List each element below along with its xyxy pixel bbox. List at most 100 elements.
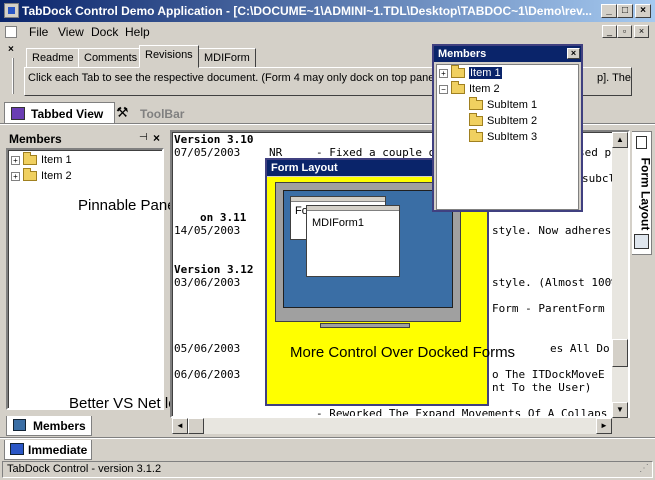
- status-bar: TabDock Control - version 3.1.2 ⋰: [2, 461, 653, 478]
- title-bar: TabDock Control Demo Application - [C:\D…: [0, 0, 655, 22]
- close-button[interactable]: ×: [635, 4, 651, 18]
- tree-item[interactable]: SubItem 3: [469, 129, 537, 143]
- status-text: TabDock Control - version 3.1.2: [7, 463, 162, 475]
- horizontal-scrollbar[interactable]: ◄ ►: [172, 418, 612, 434]
- floating-members-title: Members: [438, 48, 487, 60]
- tree-item[interactable]: + Item 1: [439, 65, 502, 79]
- mdiform-preview[interactable]: MDIForm1: [306, 205, 400, 277]
- folder-icon: [469, 129, 483, 143]
- tab-members-label: Members: [33, 419, 86, 433]
- maximize-button[interactable]: □: [617, 4, 633, 18]
- vertical-scrollbar[interactable]: ▲ ▼: [612, 132, 628, 418]
- date: 03/06/2003: [174, 276, 241, 289]
- tab-form-layout-label: Form Layout: [638, 157, 653, 231]
- version-312: Version 3.12: [174, 263, 254, 276]
- mdi-minimize-button[interactable]: _: [602, 25, 617, 38]
- resize-grip-icon[interactable]: ⋰: [639, 463, 649, 474]
- document-icon: [636, 136, 647, 149]
- folder-icon: [469, 97, 483, 111]
- revision-text-tail: nt To the User): [492, 381, 592, 394]
- mdiform-preview-label: MDIForm1: [312, 217, 364, 229]
- mdi-restore-button[interactable]: ▫: [617, 25, 632, 38]
- collapse-icon[interactable]: −: [439, 84, 448, 94]
- tab-members[interactable]: Members: [6, 416, 92, 436]
- tab-readme[interactable]: Readme: [26, 48, 80, 68]
- folder-icon: [23, 152, 37, 166]
- date: 14/05/2003: [174, 224, 241, 237]
- pinnable-panel-label: Pinnable Panel: [78, 197, 179, 214]
- monitor-stand: [320, 323, 410, 328]
- pin-icon[interactable]: ⊣: [139, 132, 148, 143]
- tab-mdiform[interactable]: MDIForm: [198, 48, 256, 68]
- tab-tabbed-view[interactable]: Tabbed View: [4, 102, 115, 124]
- tree-item[interactable]: SubItem 2: [469, 113, 537, 127]
- tab-tabbed-view-label: Tabbed View: [31, 107, 104, 121]
- book-icon: [11, 107, 25, 120]
- expand-icon[interactable]: +: [439, 68, 448, 78]
- scroll-down-arrow[interactable]: ▼: [612, 402, 628, 418]
- window-title: TabDock Control Demo Application - [C:\D…: [22, 4, 592, 18]
- scroll-left-arrow[interactable]: ◄: [172, 418, 188, 434]
- scroll-thumb[interactable]: [612, 339, 628, 367]
- menu-file[interactable]: File: [29, 25, 48, 39]
- mdi-child-icon[interactable]: [3, 24, 20, 40]
- revision-text: - Reworked The Expand Movements Of A Col…: [316, 407, 608, 418]
- folder-icon: [23, 168, 37, 182]
- revision-text-tail: es All Do: [550, 342, 610, 355]
- scroll-up-arrow[interactable]: ▲: [612, 132, 628, 148]
- expand-icon[interactable]: +: [11, 171, 20, 181]
- menu-bar: File View Dock Help _ ▫ ×: [0, 22, 655, 42]
- tree-item[interactable]: + Item 2: [11, 168, 72, 182]
- bottom-divider: [0, 437, 655, 439]
- more-control-label: More Control Over Docked Forms: [290, 344, 516, 361]
- menu-dock[interactable]: Dock: [91, 25, 118, 39]
- floating-members-close-button[interactable]: ×: [567, 48, 580, 59]
- revision-text-tail: style. (Almost 100%: [492, 276, 618, 289]
- hammer-icon: ⚒: [116, 104, 129, 120]
- minimize-button[interactable]: _: [601, 4, 617, 18]
- tab-comments[interactable]: Comments: [78, 48, 144, 68]
- floating-members-window[interactable]: Members × + Item 1 − Item 2 SubItem 1 SubI…: [432, 44, 583, 212]
- form-layout-title: Form Layout: [271, 162, 338, 174]
- revision-text-tail: o The ITDockMoveE: [492, 368, 605, 381]
- form-layout-icon: [634, 234, 649, 249]
- top-panel-grip[interactable]: ×: [4, 44, 22, 96]
- tab-immediate[interactable]: Immediate: [4, 440, 92, 460]
- revision-text-tail: Form - ParentForm -: [492, 302, 618, 315]
- immediate-icon: [10, 443, 24, 455]
- version-311: on 3.11: [200, 211, 247, 224]
- menu-view[interactable]: View: [58, 25, 84, 39]
- folder-icon: [451, 81, 465, 95]
- app-icon: [4, 3, 19, 18]
- tab-toolbar[interactable]: ⚒ ToolBar: [115, 103, 195, 123]
- floating-members-titlebar[interactable]: Members: [434, 46, 581, 62]
- version-310: Version 3.10: [174, 133, 254, 146]
- expand-icon[interactable]: +: [11, 155, 20, 165]
- folder-icon: [451, 65, 465, 79]
- members-panel-caption: Members: [9, 132, 62, 146]
- date: 06/06/2003: [174, 368, 241, 381]
- members-tree[interactable]: + Item 1 + Item 2 Pinnable Panel: [6, 148, 179, 410]
- monitor-screen: Fo MDIForm1: [283, 190, 453, 308]
- menu-help[interactable]: Help: [125, 25, 150, 39]
- date: 05/06/2003: [174, 342, 241, 355]
- members-icon: [13, 419, 26, 431]
- floating-members-tree[interactable]: + Item 1 − Item 2 SubItem 1 SubItem 2 SubI…: [436, 64, 579, 210]
- panel-close-icon[interactable]: ×: [153, 131, 160, 145]
- info-text: Click each Tab to see the respective doc…: [28, 72, 437, 84]
- revision-text-tail: subcl: [582, 172, 616, 185]
- folder-icon: [469, 113, 483, 127]
- tab-immediate-label: Immediate: [28, 443, 88, 457]
- info-text-tail: p]. The: [597, 72, 632, 84]
- tree-item[interactable]: − Item 2: [439, 81, 500, 95]
- revision-text-tail: style. Now adheres cl: [492, 224, 630, 237]
- scroll-thumb[interactable]: [188, 418, 204, 434]
- mdi-close-button[interactable]: ×: [634, 25, 649, 38]
- tree-item[interactable]: SubItem 1: [469, 97, 537, 111]
- date: 07/05/2003: [174, 146, 241, 159]
- tab-revisions[interactable]: Revisions: [139, 45, 199, 68]
- members-panel-header: Members ⊣ ×: [6, 131, 166, 148]
- scroll-right-arrow[interactable]: ►: [596, 418, 612, 434]
- tab-toolbar-label: ToolBar: [140, 107, 185, 121]
- tree-item[interactable]: + Item 1: [11, 152, 72, 166]
